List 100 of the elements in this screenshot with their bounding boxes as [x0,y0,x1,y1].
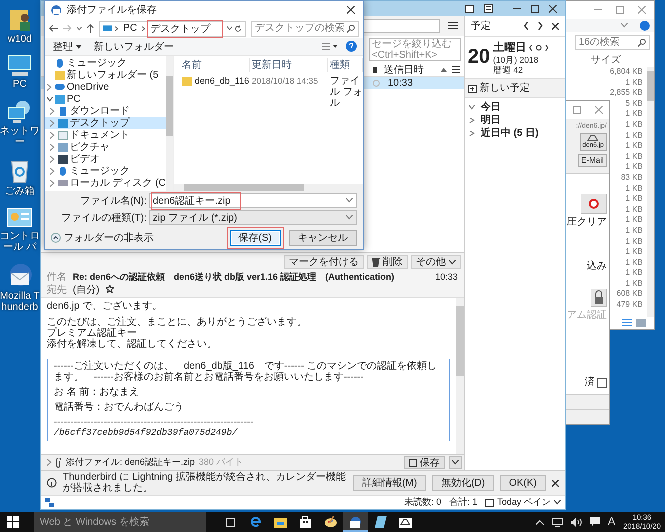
calendar-icon[interactable] [465,4,474,13]
email-button[interactable]: E-Mail [578,154,607,167]
next-icon[interactable] [538,22,543,30]
toolbar-button[interactable]: マークを付ける [284,255,364,269]
search-field[interactable]: Web と Windows を検索 [34,512,206,532]
close-icon[interactable] [347,6,355,14]
nav-item[interactable]: ローカル ディスク (C [45,177,166,189]
message-icon[interactable] [590,517,600,527]
column-header[interactable]: 種類 [328,58,363,72]
start-icon[interactable] [7,516,19,528]
new-event-button[interactable]: 新しい予定 [465,78,565,98]
toolbar-button[interactable]: 削除 [367,255,408,269]
read-status-icon[interactable] [372,66,379,74]
nav-item[interactable]: PC [45,93,166,105]
nav-item[interactable]: ダウンロード [45,105,166,117]
control-panel-icon[interactable] [7,207,33,229]
today-icon[interactable] [536,44,542,50]
nav-item[interactable]: ドキュメント [45,129,166,141]
today-pane-button[interactable]: Today ペイン [485,496,561,509]
desktop-icon-label[interactable]: PC [0,79,40,90]
chevron-icon[interactable] [115,26,118,32]
computer-icon[interactable] [7,55,33,77]
agenda-section[interactable]: 明日 [469,114,561,126]
caret-icon [452,460,459,465]
desktop-icon-label[interactable]: コントロール パ [0,231,40,253]
column-header[interactable]: 名前 [180,58,250,72]
input-mode-indicator[interactable]: A [608,516,616,528]
attachment-name[interactable]: 添付ファイル: den6認証キー.zip [66,456,196,469]
scrollbar[interactable] [174,184,363,191]
details-view-icon[interactable] [622,319,632,327]
column-picker-icon[interactable] [452,66,460,74]
search-field[interactable]: 16の検索 [575,35,650,50]
dialog-button[interactable]: キャンセル [289,230,357,246]
stop-icon-button[interactable] [581,194,607,214]
scrollbar[interactable] [166,56,173,191]
column-header[interactable]: サイズ [591,53,621,67]
file-type-dropdown[interactable]: zip ファイル (*.zip) [149,210,357,225]
toolbar-button[interactable]: 新しいフォルダー [92,40,176,54]
scrollbar[interactable] [456,298,464,454]
menu-icon[interactable] [448,22,458,30]
thumbnail-view-icon[interactable] [636,319,646,327]
agenda-section[interactable]: 今日 [469,101,561,113]
caret-icon[interactable] [226,26,232,31]
mail-app-icon[interactable] [7,263,33,289]
nav-item[interactable]: 新しいフォルダー (5 [45,69,166,81]
address-bar[interactable]: PC デスクトップ [99,20,246,36]
notification-button[interactable]: 詳細情報(M) [353,475,426,491]
previous-icon[interactable] [524,22,529,30]
up-arrow-icon[interactable] [87,24,94,33]
caret-down-icon[interactable] [46,96,52,102]
folder-name[interactable]: den6_db_116 [195,76,250,87]
checkbox[interactable] [597,378,607,388]
close-icon[interactable] [552,480,559,486]
network-icon[interactable] [552,518,564,526]
breadcrumb[interactable]: デスクトップ [148,22,221,36]
help-icon[interactable] [640,20,650,30]
desktop-icon-label[interactable]: ネットワー [0,126,40,148]
toolbar-button[interactable]: 整理 [51,40,84,54]
maximize-icon[interactable] [531,4,539,12]
taskbar-app-button[interactable] [343,512,368,532]
close-icon[interactable] [549,4,557,12]
nav-item[interactable]: OneDrive [45,81,166,93]
recipient[interactable]: (自分) [73,285,100,296]
desktop-icon-label[interactable]: Mozilla Thunderb [0,291,40,313]
caret-right-icon[interactable] [47,84,52,90]
scrollbar[interactable] [647,67,654,317]
agenda-section[interactable]: 近日中 (5 日) [469,127,561,139]
refresh-icon[interactable] [235,24,242,32]
nav-item[interactable]: ミュージック [45,165,166,177]
notification-button[interactable]: OK(K) [500,475,546,491]
star-icon[interactable] [106,285,114,293]
column-header[interactable]: 更新日時 [250,58,328,72]
dialog-button[interactable]: 保存(S) [230,230,281,246]
desktop-icon-label[interactable]: ごみ箱 [0,186,40,197]
hide-folders-button[interactable]: フォルダーの非表示 [51,231,154,245]
column-header[interactable]: 送信日時 [384,62,424,76]
nav-item[interactable]: ビデオ [45,153,166,165]
dropdown-button[interactable] [449,456,462,469]
back-arrow-icon[interactable] [49,25,58,32]
nav-item[interactable]: ミュージック [45,57,166,69]
speaker-icon[interactable] [571,518,582,526]
expand-icon[interactable] [47,459,52,466]
notification-button[interactable]: 無効化(D) [432,475,494,491]
desktop-icon-label[interactable]: w10d [0,34,40,45]
previous-icon[interactable] [529,44,534,50]
help-icon[interactable] [346,41,357,52]
chevron-icon[interactable] [621,23,628,28]
nav-item[interactable]: デスクトップ [45,117,166,129]
connection-icon[interactable] [45,498,54,507]
tasks-icon[interactable] [484,4,493,13]
chevron-icon[interactable] [142,26,146,32]
lock-icon-button[interactable] [591,289,607,307]
breadcrumb[interactable]: PC [121,23,140,34]
save-button[interactable]: 保存 [404,456,445,469]
next-icon[interactable] [545,44,550,50]
nav-item[interactable]: ピクチャ [45,141,166,153]
toolbar-button[interactable]: その他 [411,255,461,269]
close-icon[interactable] [552,22,559,30]
view-options-icon[interactable] [322,42,338,50]
file-name-field[interactable]: den6認証キー.zip [149,193,357,208]
